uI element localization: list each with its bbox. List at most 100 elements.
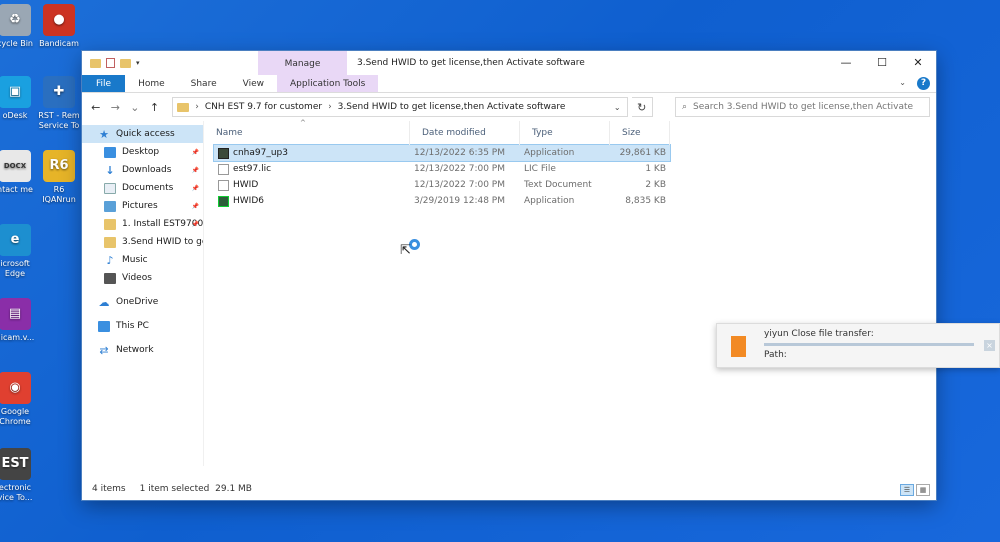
cloud-icon: ☁ (98, 295, 110, 309)
desktop-shortcut[interactable]: ● Bandicam (28, 4, 90, 49)
desktop-shortcut[interactable]: EST ectronic vice To... (0, 448, 46, 503)
pin-icon[interactable]: 📌 (192, 221, 199, 228)
nav-item[interactable]: Documents 📌 (82, 179, 203, 197)
shortcut-icon: ◉ (0, 372, 31, 404)
nav-label: Videos (122, 273, 152, 283)
nav-quick-access[interactable]: ★ Quick access (82, 125, 203, 143)
file-size: 8,835 KB (625, 196, 666, 206)
pin-icon[interactable]: 📌 (192, 167, 199, 174)
file-row[interactable]: HWID 12/13/2022 7:00 PM Text Document 2 KB (214, 177, 670, 193)
status-item-count: 4 items (92, 484, 126, 494)
nav-item[interactable]: ♪ Music (82, 251, 203, 269)
tab-application-tools[interactable]: Application Tools (276, 75, 379, 92)
shortcut-label: Chrome (0, 417, 31, 426)
column-name[interactable]: Name (204, 121, 410, 145)
document-icon (104, 182, 116, 194)
file-list: ^ Name Date modified Type Size cnha97_up… (204, 119, 936, 466)
breadcrumb-separator[interactable]: › (195, 102, 199, 112)
customize-toolbar-icon[interactable]: ▾ (136, 59, 140, 67)
file-row[interactable]: est97.lic 12/13/2022 7:00 PM LIC File 1 KB (214, 161, 670, 177)
details-view-icon[interactable]: ☰ (900, 484, 914, 496)
file-row[interactable]: cnha97_up3 12/13/2022 6:35 PM Application 2… (213, 144, 671, 162)
file-name: est97.lic (233, 164, 272, 174)
nav-item[interactable]: ↓ Downloads 📌 (82, 161, 203, 179)
file-size: 29,861 KB (619, 148, 666, 158)
status-selected-size: 29.1 MB (215, 484, 252, 494)
file-name-cell: cnha97_up3 (214, 147, 410, 159)
up-button[interactable]: ↑ (147, 101, 163, 114)
nav-item[interactable]: Pictures 📌 (82, 197, 203, 215)
breadcrumb-separator[interactable]: › (328, 102, 332, 112)
column-size[interactable]: Size (610, 121, 670, 145)
nav-network[interactable]: ⇄ Network (82, 341, 203, 359)
pin-icon[interactable]: 📌 (192, 203, 199, 210)
transfer-progress-bar (764, 343, 974, 346)
nav-label: Quick access (116, 129, 175, 139)
maximize-button[interactable]: ☐ (864, 51, 900, 73)
forward-button[interactable]: → (108, 101, 124, 114)
desktop-shortcut[interactable]: ◉ Google Chrome (0, 372, 46, 427)
breadcrumb-current-folder[interactable]: 3.Send HWID to get license,then Activate… (338, 102, 566, 112)
nav-item[interactable]: Videos (82, 269, 203, 287)
nav-item[interactable]: Desktop 📌 (82, 143, 203, 161)
manage-context-tab[interactable]: Manage (258, 51, 347, 75)
close-button[interactable]: ✕ (900, 51, 936, 73)
nav-item[interactable]: 3.Send HWID to get (82, 233, 203, 251)
back-button[interactable]: ← (88, 101, 104, 114)
recent-locations-button[interactable]: ⌄ (127, 101, 143, 114)
folder-icon (90, 58, 101, 68)
desktop-shortcut[interactable]: ▤ dicam.v... (0, 298, 46, 343)
refresh-button[interactable]: ↻ (631, 97, 653, 117)
column-type[interactable]: Type (520, 121, 610, 145)
nav-label: 3.Send HWID to get (122, 237, 203, 247)
nav-onedrive[interactable]: ☁ OneDrive (82, 293, 203, 311)
new-folder-icon[interactable] (120, 58, 131, 68)
shortcut-label: Service To (38, 121, 80, 130)
address-bar[interactable]: › CNH EST 9.7 for customer › 3.Send HWID… (172, 97, 628, 117)
search-input[interactable] (692, 102, 913, 112)
desktop-shortcut[interactable]: R6 R6 IQANrun (28, 150, 90, 205)
search-box[interactable]: ⌕ (674, 97, 931, 117)
file-type: Application (524, 148, 575, 158)
shortcut-label: RST - Rem (38, 111, 80, 120)
file-name-cell: est97.lic (214, 163, 410, 175)
mouse-pointer-icon: ⇱ (400, 243, 411, 258)
file-name-cell: HWID (214, 179, 410, 191)
address-dropdown-icon[interactable]: ⌄ (614, 103, 621, 112)
desktop-shortcut[interactable]: ✚ RST - Rem Service To (28, 76, 90, 131)
window-controls: — ☐ ✕ (828, 51, 936, 73)
text-file-icon (218, 163, 229, 175)
pictures-icon (104, 200, 116, 212)
nav-item[interactable]: 1. Install EST9700 📌 (82, 215, 203, 233)
pin-icon[interactable]: 📌 (192, 149, 199, 156)
tab-file[interactable]: File (82, 75, 126, 92)
file-name-cell: HWID6 (214, 195, 410, 207)
large-icons-view-icon[interactable]: ▦ (916, 484, 930, 496)
nav-label: Pictures (122, 201, 158, 211)
tab-share[interactable]: Share (178, 75, 230, 92)
nav-this-pc[interactable]: This PC (82, 317, 203, 335)
pin-icon[interactable]: 📌 (192, 185, 199, 192)
file-row[interactable]: HWID6 3/29/2019 12:48 PM Application 8,835 … (214, 193, 670, 209)
expand-ribbon-icon[interactable]: ⌄ (899, 78, 906, 87)
properties-icon[interactable] (106, 58, 115, 68)
column-date-modified[interactable]: Date modified (410, 121, 520, 145)
status-selected-count: 1 item selected (139, 484, 210, 494)
minimize-button[interactable]: — (828, 51, 864, 73)
breadcrumb-cnh-est[interactable]: CNH EST 9.7 for customer (205, 102, 322, 112)
desktop-shortcut[interactable]: e icrosoft Edge (0, 224, 46, 279)
tab-view[interactable]: View (230, 75, 277, 92)
help-icon[interactable]: ? (917, 77, 930, 90)
file-type: LIC File (524, 164, 556, 174)
file-name: cnha97_up3 (233, 148, 288, 158)
shortcut-label: R6 (53, 185, 65, 194)
shortcut-label: icrosoft (0, 259, 30, 268)
shortcut-label: IQANrun (42, 195, 76, 204)
tab-home[interactable]: Home (125, 75, 178, 92)
application-icon (218, 195, 229, 207)
file-type: Text Document (524, 180, 592, 190)
file-name: HWID6 (233, 196, 264, 206)
application-icon (218, 147, 229, 159)
close-notification-button[interactable]: × (984, 340, 995, 351)
folder-icon (104, 236, 116, 248)
